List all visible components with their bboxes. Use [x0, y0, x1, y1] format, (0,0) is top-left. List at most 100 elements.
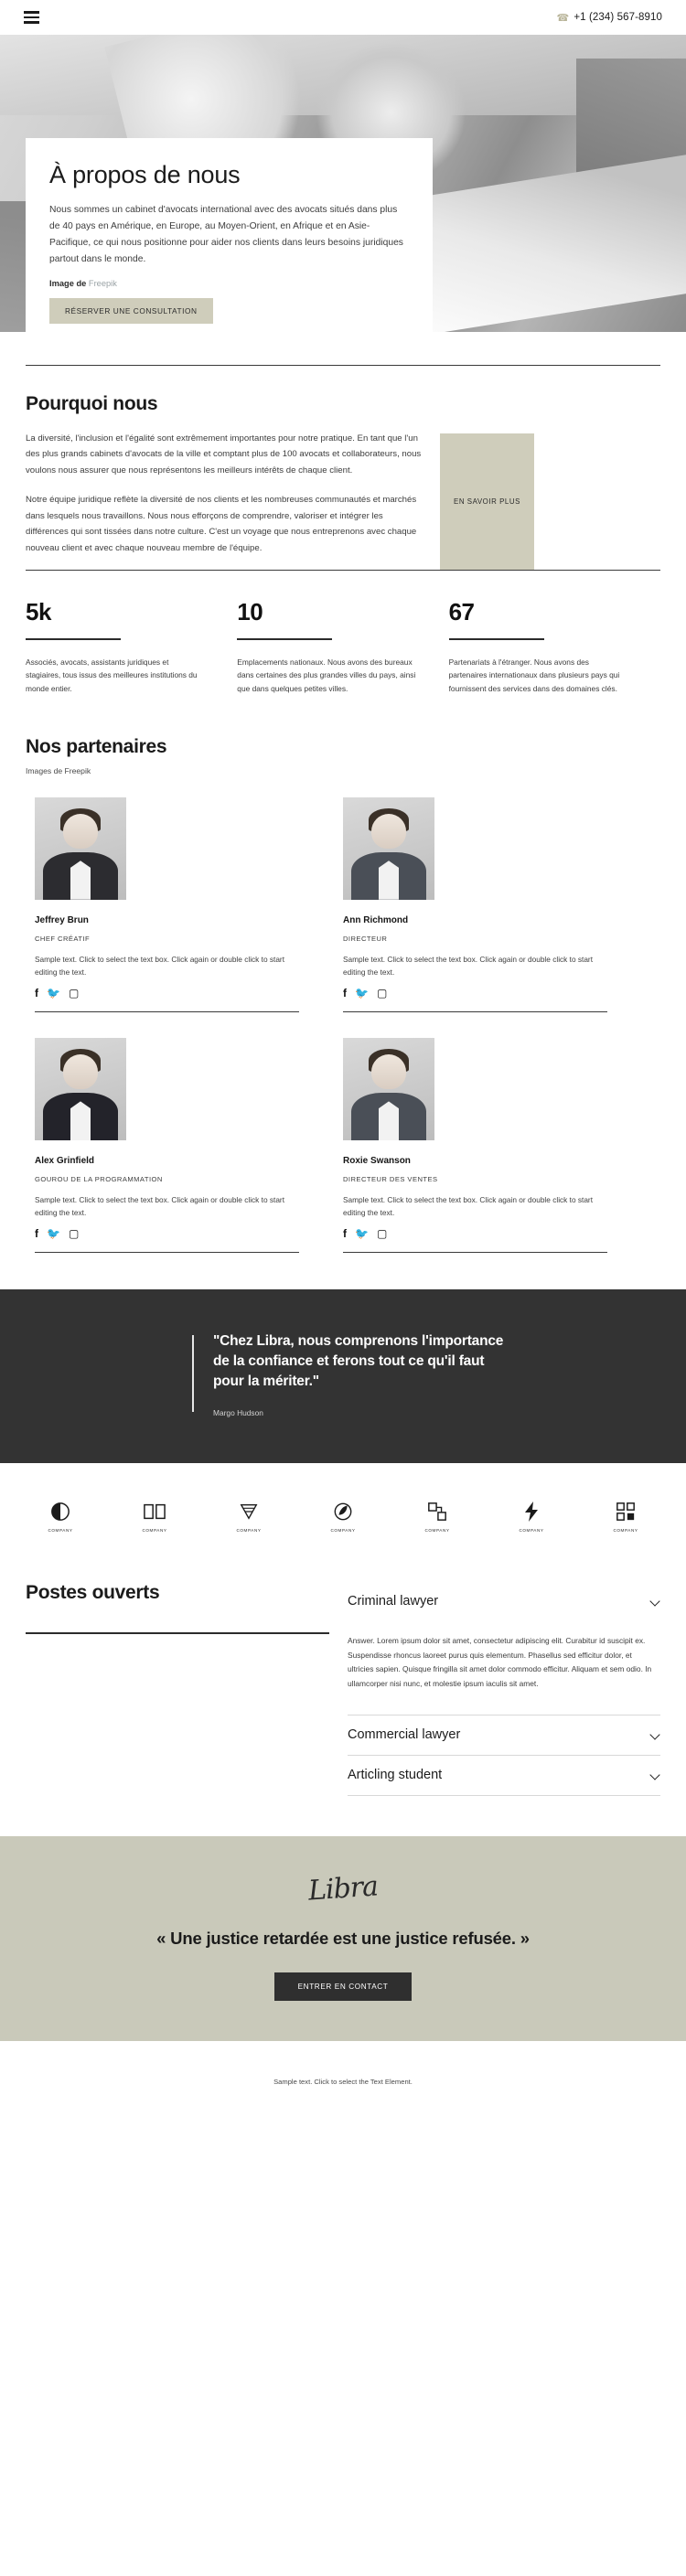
- stats-row: 5k Associés, avocats, assistants juridiq…: [26, 571, 660, 696]
- open-book-logo-icon: [144, 1500, 166, 1523]
- stat-description: Partenariats à l'étranger. Nous avons de…: [448, 657, 620, 694]
- avatar: [343, 796, 434, 900]
- member-divider: [35, 1252, 299, 1254]
- partners-title: Nos partenaires: [26, 735, 167, 757]
- why-paragraph-2: Notre équipe juridique reflète la divers…: [26, 495, 417, 553]
- book-consultation-button[interactable]: RÉSERVER UNE CONSULTATION: [49, 298, 213, 325]
- chevron-down-icon[interactable]: [650, 1597, 660, 1607]
- accordion-title: Criminal lawyer: [348, 1594, 439, 1609]
- client-logo: COMPANY: [502, 1500, 561, 1533]
- feather-stripes-logo-icon: [239, 1500, 259, 1523]
- client-logos-strip: COMPANY COMPANY COMPANY COMPANY COMPANY …: [0, 1463, 686, 1573]
- logo-label: COMPANY: [519, 1528, 544, 1534]
- member-role: DIRECTEUR DES VENTES: [343, 1174, 438, 1183]
- signature-mark: Libra: [306, 1870, 380, 1908]
- jobs-accordion: Criminal lawyer Answer. Lorem ipsum dolo…: [348, 1582, 660, 1797]
- accordion-divider: [348, 1795, 660, 1797]
- jobs-title: Postes ouverts: [26, 1582, 160, 1604]
- member-bio: Sample text. Click to select the text bo…: [35, 1194, 284, 1218]
- lightning-logo-icon: [522, 1500, 541, 1523]
- burger-line: [24, 11, 39, 14]
- accordion-title: Articling student: [348, 1768, 443, 1783]
- twitter-icon[interactable]: 🐦: [355, 1228, 369, 1239]
- hamburger-menu-icon[interactable]: [24, 11, 39, 24]
- avatar-head: [371, 813, 406, 849]
- quote-section: "Chez Libra, nous comprenons l'importanc…: [0, 1289, 686, 1464]
- stat-description: Associés, avocats, assistants juridiques…: [26, 657, 198, 694]
- why-us-section: Pourquoi nous La diversité, l'inclusion …: [0, 332, 686, 571]
- stat-item: 10 Emplacements nationaux. Nous avons de…: [237, 598, 448, 696]
- stat-item: 5k Associés, avocats, assistants juridiq…: [26, 598, 237, 696]
- member-role: GOUROU DE LA PROGRAMMATION: [35, 1174, 163, 1183]
- phone-number: +1 (234) 567-8910: [573, 12, 662, 23]
- get-in-touch-button[interactable]: ENTRER EN CONTACT: [273, 1972, 413, 2002]
- social-links: f 🐦 ▢: [35, 988, 299, 999]
- instagram-icon[interactable]: ▢: [69, 988, 79, 999]
- stat-number: 10: [237, 598, 263, 626]
- facebook-icon[interactable]: f: [35, 1228, 38, 1239]
- burger-line: [24, 16, 39, 19]
- facebook-icon[interactable]: f: [35, 988, 38, 999]
- avatar-head: [63, 1053, 98, 1089]
- credit-prefix: Image de: [49, 279, 89, 289]
- phone-icon: ☎: [556, 12, 570, 24]
- stat-item: 67 Partenariats à l'étranger. Nous avons…: [448, 598, 660, 696]
- stat-number: 5k: [26, 598, 51, 626]
- chevron-down-icon[interactable]: [650, 1730, 660, 1740]
- why-text-column: Pourquoi nous La diversité, l'inclusion …: [26, 393, 423, 570]
- client-logo: COMPANY: [408, 1500, 466, 1533]
- logo-label: COMPANY: [330, 1528, 356, 1534]
- member-bio: Sample text. Click to select the text bo…: [35, 954, 284, 977]
- page-title: À propos de nous: [49, 161, 241, 188]
- avatar-shirt: [70, 860, 91, 900]
- partners-section: Nos partenaires Images de Freepik: [0, 696, 686, 775]
- social-links: f 🐦 ▢: [343, 1228, 607, 1239]
- logo-label: COMPANY: [236, 1528, 262, 1534]
- team-member: Alex Grinfield GOUROU DE LA PROGRAMMATIO…: [35, 1037, 343, 1254]
- instagram-icon[interactable]: ▢: [377, 988, 387, 999]
- hero-paragraph: Nous sommes un cabinet d'avocats interna…: [49, 205, 403, 264]
- logo-label: COMPANY: [48, 1528, 73, 1534]
- avatar-head: [63, 813, 98, 849]
- twitter-icon[interactable]: 🐦: [47, 988, 60, 999]
- footer-text: Sample text. Click to select the Text El…: [273, 2078, 413, 2087]
- accordion-header[interactable]: Criminal lawyer: [348, 1582, 660, 1621]
- instagram-icon[interactable]: ▢: [377, 1228, 387, 1239]
- avatar: [343, 1037, 434, 1140]
- quote-inner: "Chez Libra, nous comprenons l'importanc…: [26, 1331, 660, 1417]
- site-header: ☎ +1 (234) 567-8910: [0, 0, 686, 35]
- facebook-icon[interactable]: f: [343, 1228, 347, 1239]
- stat-underline: [448, 638, 544, 640]
- member-name: Alex Grinfield: [35, 1155, 95, 1166]
- member-divider: [35, 1010, 299, 1012]
- partners-subtitle: Images de Freepik: [26, 765, 91, 775]
- hero-card: À propos de nous Nous sommes un cabinet …: [26, 138, 433, 332]
- phone-link[interactable]: ☎ +1 (234) 567-8910: [557, 12, 662, 24]
- jobs-underline: [26, 1632, 329, 1634]
- twitter-icon[interactable]: 🐦: [47, 1228, 60, 1239]
- site-footer: Sample text. Click to select the Text El…: [0, 2041, 686, 2118]
- logo-label: COMPANY: [142, 1528, 167, 1534]
- burger-line: [24, 21, 39, 24]
- freepik-link[interactable]: Freepik: [89, 279, 117, 288]
- hero-section: À propos de nous Nous sommes un cabinet …: [0, 35, 686, 332]
- learn-more-button[interactable]: EN SAVOIR PLUS: [440, 433, 534, 571]
- avatar-shirt: [70, 1101, 91, 1140]
- accordion-item-commercial-lawyer: Commercial lawyer: [348, 1716, 660, 1755]
- circle-eclipse-logo-icon: [50, 1500, 70, 1523]
- member-divider: [343, 1252, 607, 1254]
- member-name: Jeffrey Brun: [35, 914, 89, 925]
- instagram-icon[interactable]: ▢: [69, 1228, 79, 1239]
- member-name: Ann Richmond: [343, 914, 409, 925]
- twitter-icon[interactable]: 🐦: [355, 988, 369, 999]
- chevron-down-icon[interactable]: [650, 1770, 660, 1780]
- client-logo: COMPANY: [314, 1500, 372, 1533]
- accordion-header[interactable]: Articling student: [348, 1756, 660, 1795]
- team-member: Jeffrey Brun CHEF CRÉATIF Sample text. C…: [35, 796, 343, 1012]
- quote-text: "Chez Libra, nous comprenons l'importanc…: [213, 1333, 504, 1390]
- team-grid: Jeffrey Brun CHEF CRÉATIF Sample text. C…: [0, 796, 686, 1262]
- accordion-header[interactable]: Commercial lawyer: [348, 1716, 660, 1755]
- member-role: CHEF CRÉATIF: [35, 934, 91, 943]
- facebook-icon[interactable]: f: [343, 988, 347, 999]
- image-credit: Image de Freepik: [49, 279, 407, 288]
